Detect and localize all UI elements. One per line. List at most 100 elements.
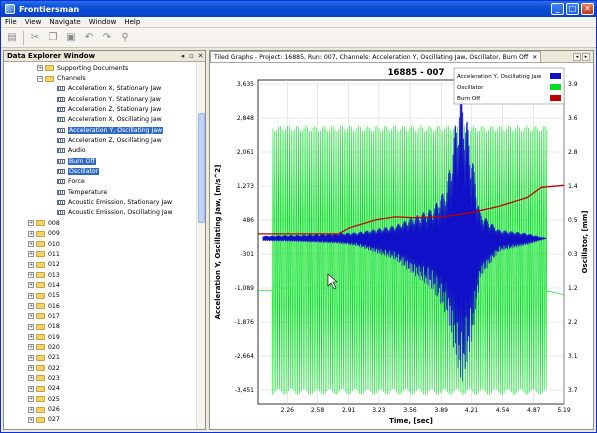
tree-folder[interactable]: +015 — [4, 291, 197, 301]
tree-channel[interactable]: Oscillator — [4, 166, 197, 176]
tree-channel[interactable]: Acceleration X, Stationary Jaw — [4, 84, 197, 94]
legend-entry: Oscillator — [457, 85, 484, 91]
expand-icon[interactable]: + — [28, 385, 34, 392]
expand-icon[interactable]: + — [37, 65, 43, 72]
tree-channel[interactable]: Force — [4, 177, 197, 187]
y-tick-label: 2,061 — [237, 149, 254, 156]
x-tick-label: 5.19 — [557, 407, 571, 414]
tree-item-label: Acoustic Emission, Oscillating Jaw — [68, 209, 173, 217]
y2-tick-label: 3.7 — [568, 387, 578, 394]
tree-channel[interactable]: Acceleration X, Oscillating Jaw — [4, 115, 197, 125]
menu-window[interactable]: Window — [85, 18, 121, 26]
tree-folder[interactable]: +010 — [4, 239, 197, 249]
expand-icon[interactable]: + — [28, 406, 34, 413]
tree-channel[interactable]: Acceleration Z, Oscillating Jaw — [4, 135, 197, 145]
tree-folder[interactable]: + Supporting Documents — [4, 63, 197, 73]
tab-tiled-graphs[interactable]: Tiled Graphs - Project: 16885, Run: 007,… — [210, 51, 542, 62]
expand-icon[interactable]: + — [28, 303, 34, 310]
expand-icon[interactable]: + — [28, 261, 34, 268]
undo-icon[interactable]: ↶ — [82, 31, 96, 45]
expand-icon[interactable]: + — [28, 282, 34, 289]
toolbar: ▤ ✂ ❐ ▣ ↶ ↷ ⚲ — [1, 28, 596, 48]
x-tick-label: 4.87 — [527, 407, 541, 414]
tree-folder[interactable]: +020 — [4, 342, 197, 352]
tree-channel[interactable]: Burn Off — [4, 156, 197, 166]
tree-item-label: Oscillator — [68, 168, 100, 176]
tree-channel[interactable]: Audio — [4, 146, 197, 156]
tab-scroll-left-button[interactable]: ◂ — [573, 52, 581, 61]
y-tick-label: 486 — [243, 217, 255, 224]
expand-icon[interactable]: + — [28, 220, 34, 227]
minimize-pane-button[interactable]: ◂ — [178, 52, 187, 60]
expand-icon[interactable]: + — [28, 375, 34, 382]
channel-tree: + Supporting Documents − Channels Accelerati… — [4, 63, 197, 429]
paste-icon[interactable]: ▣ — [64, 31, 78, 45]
tree-scrollbar[interactable] — [196, 63, 205, 429]
redo-icon[interactable]: ↷ — [100, 31, 114, 45]
tab-scroll-right-button[interactable]: ▸ — [582, 52, 590, 61]
tiled-graph-chart[interactable]: 3,635 2,848 2,061 1,273 486 -301 -1,089 -1,876 -… — [210, 64, 593, 429]
expand-icon[interactable]: + — [28, 396, 34, 403]
expand-icon[interactable]: + — [28, 292, 34, 299]
tree-folder[interactable]: +023 — [4, 373, 197, 383]
expand-icon[interactable]: + — [28, 241, 34, 248]
menu-file[interactable]: File — [1, 18, 21, 26]
chart-title: 16885 - 007 — [388, 68, 445, 78]
menu-navigate[interactable]: Navigate — [45, 18, 84, 26]
tree-folder[interactable]: +008 — [4, 218, 197, 228]
expand-icon[interactable]: + — [28, 365, 34, 372]
tree-channel[interactable]: Temperature — [4, 187, 197, 197]
tree-folder[interactable]: +018 — [4, 322, 197, 332]
tree-folder[interactable]: +016 — [4, 301, 197, 311]
expand-icon[interactable]: + — [28, 323, 34, 330]
tree-folder[interactable]: − Channels — [4, 73, 197, 83]
copy-icon[interactable]: ❐ — [46, 31, 60, 45]
tree-channel[interactable]: Acceleration Y, Stationary Jaw — [4, 94, 197, 104]
data-explorer-title: Data Explorer Window — [7, 52, 96, 60]
expand-icon[interactable]: + — [28, 344, 34, 351]
tree-channel[interactable]: Acceleration Z, Stationary Jaw — [4, 104, 197, 114]
tab-close-icon[interactable]: ✕ — [532, 54, 537, 61]
channel-icon — [57, 148, 65, 154]
expand-icon[interactable]: + — [28, 416, 34, 423]
close-button[interactable]: ✕ — [581, 3, 594, 15]
tree-channel[interactable]: Acoustic Emission, Oscillating Jaw — [4, 208, 197, 218]
tree-folder[interactable]: +009 — [4, 229, 197, 239]
restore-pane-button[interactable]: ▫ — [187, 52, 196, 60]
save-icon[interactable]: ▤ — [5, 31, 19, 45]
tree-folder[interactable]: +014 — [4, 280, 197, 290]
tree-folder[interactable]: +011 — [4, 249, 197, 259]
toolbar-separator — [23, 30, 24, 45]
tree-folder[interactable]: +021 — [4, 353, 197, 363]
tree-folder[interactable]: +026 — [4, 404, 197, 414]
tree-folder[interactable]: +013 — [4, 270, 197, 280]
menu-view[interactable]: View — [21, 18, 46, 26]
maximize-button[interactable]: □ — [566, 3, 579, 15]
folder-icon — [45, 65, 54, 72]
tree-folder[interactable]: +012 — [4, 260, 197, 270]
tree-folder[interactable]: +025 — [4, 394, 197, 404]
expand-icon[interactable]: + — [28, 272, 34, 279]
tree-scrollbar-thumb[interactable] — [198, 113, 205, 223]
tree-folder[interactable]: +017 — [4, 311, 197, 321]
tree-folder[interactable]: +024 — [4, 384, 197, 394]
minimize-button[interactable]: _ — [551, 3, 564, 15]
expand-icon[interactable]: + — [28, 230, 34, 237]
expand-icon[interactable]: + — [28, 354, 34, 361]
tree-channel[interactable]: Acceleration Y, Oscillating Jaw — [4, 125, 197, 135]
tree-channel[interactable]: Acoustic Emission, Stationary Jaw — [4, 197, 197, 207]
collapse-icon[interactable]: − — [37, 75, 43, 82]
menu-help[interactable]: Help — [120, 18, 144, 26]
tree-folder[interactable]: +027 — [4, 415, 197, 425]
expand-icon[interactable]: + — [28, 334, 34, 341]
cut-icon[interactable]: ✂ — [28, 31, 42, 45]
search-icon[interactable]: ⚲ — [118, 31, 132, 45]
y-tick-label: -3,451 — [235, 387, 255, 394]
tree-folder[interactable]: +019 — [4, 332, 197, 342]
tree-folder[interactable]: +022 — [4, 363, 197, 373]
expand-icon[interactable]: + — [28, 313, 34, 320]
tree-item-label: Acceleration X, Oscillating Jaw — [68, 116, 162, 124]
x-tick-label: 2.91 — [342, 407, 356, 414]
expand-icon[interactable]: + — [28, 251, 34, 258]
close-pane-button[interactable]: ✕ — [196, 52, 205, 60]
